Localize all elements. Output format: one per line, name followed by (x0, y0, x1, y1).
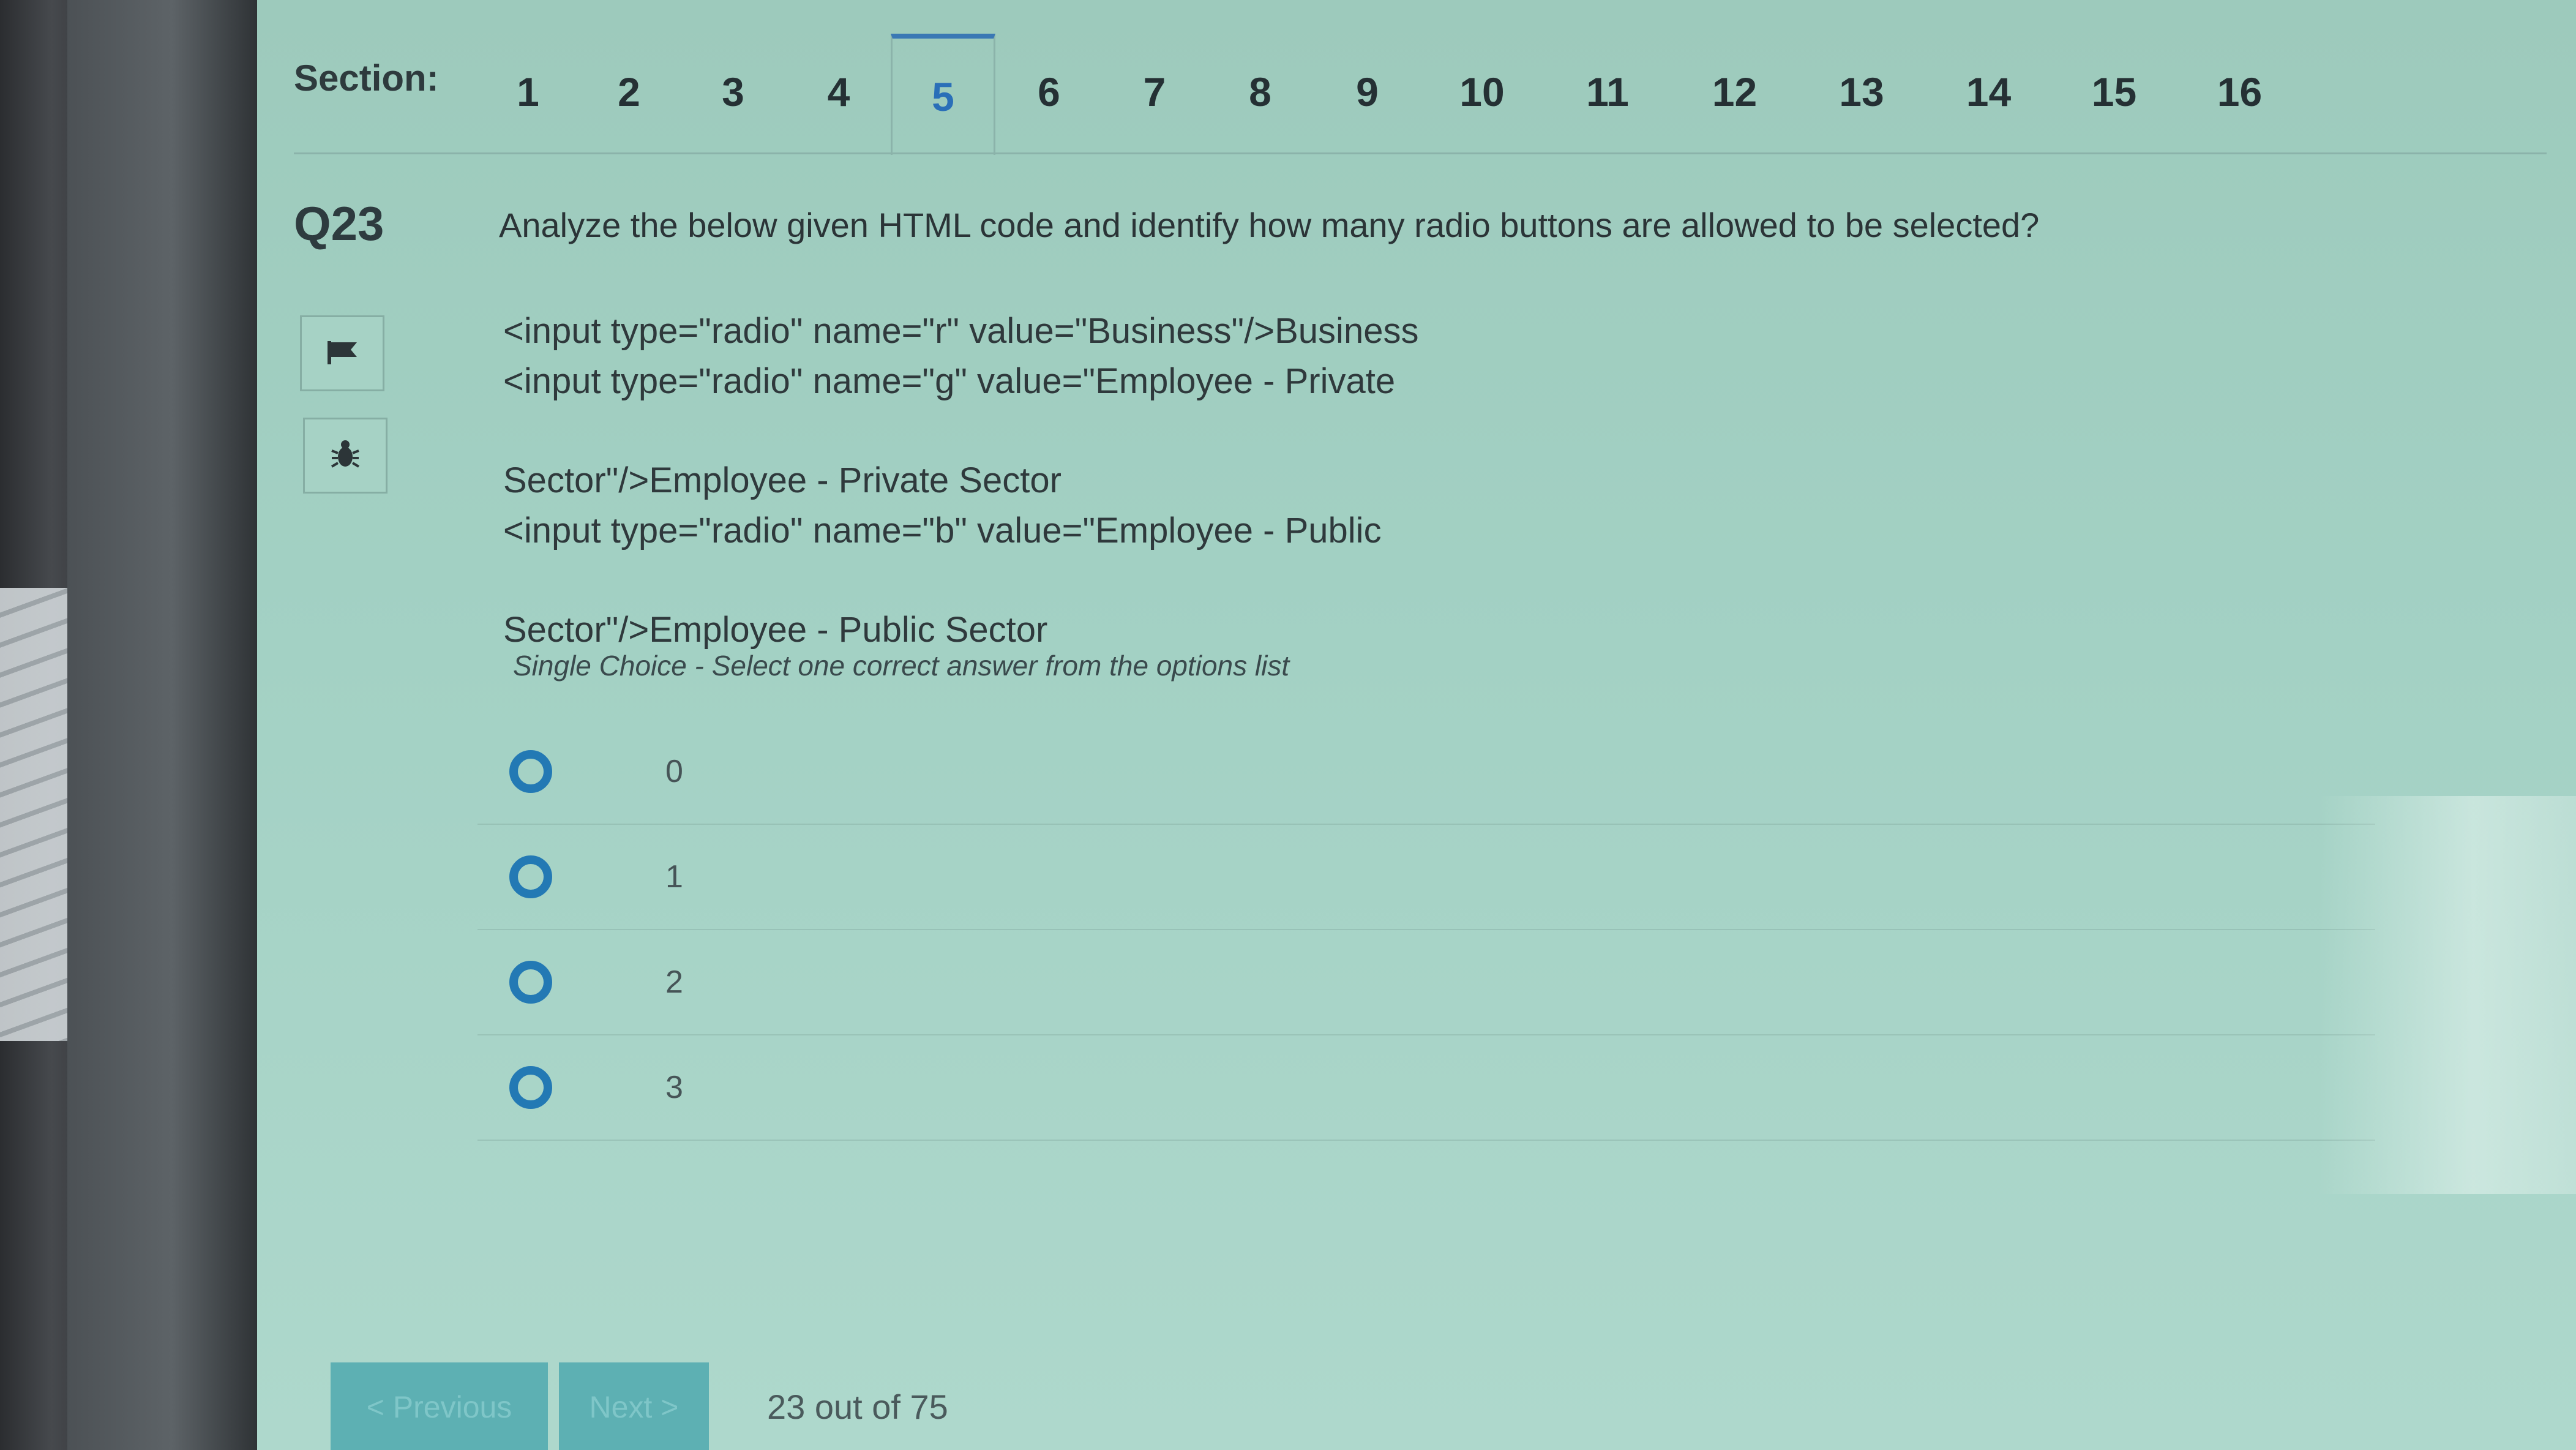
monitor-frame (67, 0, 257, 1450)
section-tab-15[interactable]: 15 (2051, 34, 2177, 150)
option-label: 0 (665, 754, 683, 789)
code-line: Sector"/>Employee - Public Sector (503, 610, 1048, 650)
question-progress: 23 out of 75 (767, 1388, 948, 1426)
answer-options: 0 1 2 3 (477, 719, 2375, 1141)
code-gap (503, 407, 1418, 456)
tabs-divider (294, 152, 2547, 154)
option-label: 3 (665, 1070, 683, 1105)
section-tab-6[interactable]: 6 (995, 34, 1103, 150)
section-tab-13[interactable]: 13 (1797, 34, 1926, 150)
previous-button[interactable]: < Previous (331, 1362, 548, 1450)
exam-screen: Section: 1 2 3 4 5 6 7 8 9 10 11 12 13 1… (257, 0, 2576, 1450)
section-tab-5[interactable]: 5 (891, 34, 995, 155)
screen-glare (2319, 796, 2576, 1194)
answer-option[interactable]: 0 (477, 719, 2375, 825)
radio-button[interactable] (509, 855, 552, 898)
section-tab-3[interactable]: 3 (680, 34, 787, 150)
code-line: Sector"/>Employee - Private Sector (503, 460, 1061, 500)
question-code: <input type="radio" name="r" value="Busi… (503, 306, 1418, 655)
section-navigation: Section: 1 2 3 4 5 6 7 8 9 10 11 12 13 1… (294, 34, 2559, 156)
radio-button[interactable] (509, 750, 552, 793)
question-text: Analyze the below given HTML code and id… (499, 206, 2040, 244)
report-bug-button[interactable] (303, 418, 388, 494)
section-tabs: 1 2 3 4 5 6 7 8 9 10 11 12 13 14 15 16 (477, 34, 2302, 156)
section-tab-10[interactable]: 10 (1421, 34, 1543, 150)
next-button[interactable]: Next > (559, 1362, 709, 1450)
section-tab-9[interactable]: 9 (1314, 34, 1421, 150)
flag-icon (325, 337, 359, 370)
question-number: Q23 (294, 197, 384, 250)
section-tab-12[interactable]: 12 (1672, 34, 1797, 150)
bug-icon (331, 438, 360, 473)
question-footer: < Previous Next > 23 out of 75 (331, 1362, 948, 1450)
section-tab-7[interactable]: 7 (1103, 34, 1207, 150)
section-tab-2[interactable]: 2 (578, 34, 680, 150)
flag-question-button[interactable] (300, 315, 384, 391)
section-tab-11[interactable]: 11 (1543, 34, 1672, 150)
answer-option[interactable]: 1 (477, 825, 2375, 930)
option-label: 1 (665, 859, 683, 895)
answer-option[interactable]: 2 (477, 930, 2375, 1035)
answer-option[interactable]: 3 (477, 1035, 2375, 1141)
code-line: <input type="radio" name="r" value="Busi… (503, 311, 1419, 351)
section-label: Section: (294, 58, 439, 99)
section-tab-8[interactable]: 8 (1207, 34, 1314, 150)
section-tab-1[interactable]: 1 (477, 34, 578, 150)
section-tab-16[interactable]: 16 (2177, 34, 2302, 150)
answer-instruction: Single Choice - Select one correct answe… (513, 650, 1290, 682)
code-line: <input type="radio" name="g" value="Empl… (503, 361, 1396, 401)
code-line: <input type="radio" name="b" value="Empl… (503, 511, 1382, 550)
radio-button[interactable] (509, 961, 552, 1004)
section-tab-14[interactable]: 14 (1926, 34, 2051, 150)
radio-button[interactable] (509, 1066, 552, 1109)
code-gap (503, 556, 1418, 605)
option-label: 2 (665, 964, 683, 1000)
section-tab-4[interactable]: 4 (787, 34, 891, 150)
